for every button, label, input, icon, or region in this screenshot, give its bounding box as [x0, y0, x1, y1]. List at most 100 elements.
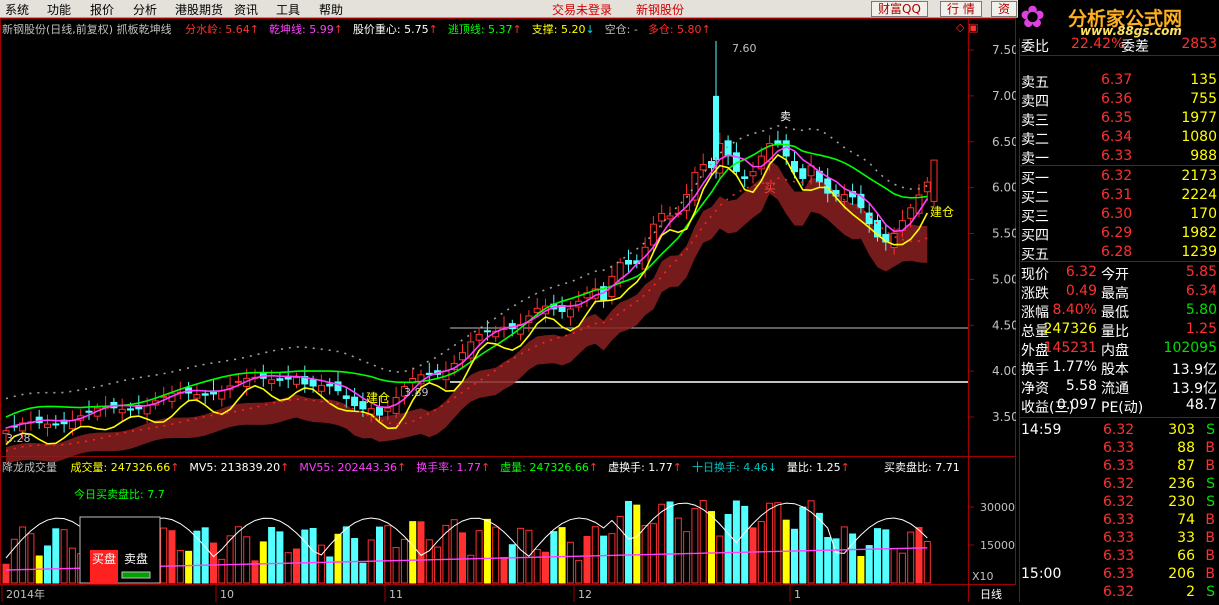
volume-bar — [500, 556, 508, 584]
buy-label: 买盘 — [92, 551, 116, 566]
volume-bar — [434, 546, 442, 584]
candle-body — [699, 163, 707, 171]
price-axis-label: 5.50 — [992, 227, 1016, 241]
candle-body — [143, 405, 151, 415]
high-price-label: 7.60 — [732, 42, 757, 55]
quote-label-2: 股本 — [1101, 362, 1129, 378]
date-axis-label: 2014年 — [6, 587, 45, 601]
candle-body — [774, 140, 782, 145]
buy-row: 买四 6.29 1982 — [1019, 224, 1219, 244]
tick-side: B — [1205, 458, 1215, 474]
login-status[interactable]: 交易未登录 — [552, 1, 612, 18]
sell-volume: 988 — [1190, 148, 1217, 164]
tick-row: 6.33 88 B — [1019, 439, 1219, 458]
volume-bar — [708, 511, 715, 584]
volume-bar — [815, 512, 823, 584]
tick-volume: 206 — [1168, 566, 1195, 582]
quote-label-2: 量比 — [1101, 324, 1129, 340]
sell-volume: 1080 — [1181, 129, 1217, 145]
date-axis-label: 10 — [220, 588, 234, 601]
tick-side: S — [1206, 494, 1215, 510]
quote-label-2: 流通 — [1101, 381, 1129, 397]
buy-row: 买二 6.31 2224 — [1019, 186, 1219, 206]
buy-row: 买五 6.28 1239 — [1019, 243, 1219, 263]
candle-body — [193, 394, 201, 399]
volume-bar — [2, 563, 10, 584]
period-label[interactable]: 日线 — [980, 586, 1002, 602]
quote-row: 外盘 145231 内盘 102095 — [1019, 339, 1219, 359]
tick-time: 15:00 — [1021, 566, 1062, 582]
candle-body — [799, 168, 807, 179]
volume-indicator-value-arrow-icon: ↑ — [397, 461, 407, 474]
menu-hk-futures[interactable]: 港股期货 — [175, 1, 223, 18]
candle-body — [483, 330, 491, 333]
tick-side: S — [1206, 422, 1215, 438]
volume-bar — [791, 528, 798, 584]
buy-volume: 2173 — [1181, 168, 1217, 184]
candle-body — [475, 333, 483, 341]
buy-price: 6.28 — [1101, 244, 1133, 260]
quote-value-2: 13.9亿 — [1171, 381, 1217, 397]
volume-bar — [475, 530, 483, 584]
chart-window-controls[interactable]: ◇ ▣ — [956, 21, 978, 34]
stock-name-status: 新钢股份 — [636, 3, 685, 17]
quote-label: 涨幅 — [1021, 305, 1049, 321]
flower-logo-icon: ✿ — [1020, 0, 1046, 35]
divider — [1019, 165, 1219, 166]
menu-tools[interactable]: 工具 — [276, 1, 300, 18]
volume-bar — [293, 548, 300, 584]
sell-label: 卖盘 — [124, 551, 148, 566]
menu-news[interactable]: 资讯 — [234, 1, 258, 18]
kline-chart[interactable]: 7.50 7.00 6.50 6.00 5.50 5.00 4.50 4.00 3.50 3000… — [0, 18, 1019, 602]
menu-quote[interactable]: 报价 — [90, 1, 114, 18]
buy-volume: 2224 — [1181, 187, 1217, 203]
tick-price: 6.33 — [1103, 512, 1135, 528]
candle-body — [533, 307, 541, 313]
menu-analysis[interactable]: 分析 — [133, 1, 157, 18]
sell-level-label: 卖五 — [1021, 75, 1049, 91]
volume-bar — [857, 555, 865, 584]
volume-bar — [317, 544, 325, 584]
wealth-qq-button[interactable]: 财富QQ — [871, 1, 928, 17]
indicator-value-6: 多仓: 5.80 — [647, 23, 702, 36]
tick-price: 6.33 — [1103, 530, 1135, 546]
volume-bar — [741, 505, 749, 584]
chart-area[interactable]: 7.50 7.00 6.50 6.00 5.50 5.00 4.50 4.00 3.50 3000… — [0, 18, 1019, 602]
volume-bar — [799, 506, 807, 584]
market-button[interactable]: 行 情 — [940, 1, 982, 17]
volume-indicator-value-arrow-icon: ↑ — [280, 461, 290, 474]
info-button[interactable]: 资 — [991, 1, 1018, 17]
volume-indicator-value-arrow-icon: ↑ — [480, 461, 491, 474]
quote-label: 换手 — [1021, 362, 1049, 378]
tick-side: S — [1206, 476, 1215, 492]
volume-bar — [882, 529, 890, 584]
menu-help[interactable]: 帮助 — [319, 1, 343, 18]
quote-value: 8.40% — [1052, 302, 1097, 318]
quote-value: 0.097 — [1056, 397, 1097, 413]
indicator-value-3: 逃顶线: 5.37 — [447, 23, 513, 36]
buy-price: 6.30 — [1101, 206, 1133, 222]
today-ratio-label: 今日买卖盘比: 7.7 — [74, 487, 165, 501]
price-axis-label: 5.00 — [992, 272, 1016, 286]
volume-bar — [218, 558, 226, 584]
menu-system[interactable]: 系统 — [5, 1, 29, 18]
price-axis-label: 4.00 — [992, 364, 1016, 378]
tick-side: B — [1205, 566, 1215, 582]
indicator-value-arrow-icon: ↑ — [333, 23, 343, 36]
build-position-label-2: 建仓 — [930, 205, 954, 219]
quote-value-2: 102095 — [1163, 340, 1217, 356]
volume-bar — [359, 562, 367, 584]
volume-bar — [774, 502, 782, 584]
volume-indicator-value-3: 换手率: 1.77 — [416, 461, 481, 474]
volume-indicator-value-arrow-icon: ↑ — [672, 461, 682, 474]
menu-function[interactable]: 功能 — [47, 1, 71, 18]
quote-value-2: 5.80 — [1185, 302, 1217, 318]
tick-time: 14:59 — [1021, 422, 1062, 438]
ratio-value: 22.42% — [1071, 36, 1125, 52]
indicator-value-arrow-icon: ↑ — [701, 23, 711, 36]
build-position-label-1: 建仓 — [366, 391, 390, 405]
tick-price: 6.33 — [1103, 548, 1135, 564]
candle-body — [741, 176, 749, 179]
panel-separator — [1019, 38, 1020, 602]
quote-value: 145231 — [1043, 340, 1097, 356]
